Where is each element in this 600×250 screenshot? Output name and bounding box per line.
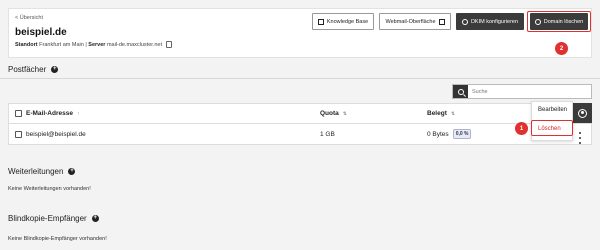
add-bcc-icon[interactable]: + — [91, 215, 99, 222]
weiterleitungen-heading: Weiterleitungen + — [8, 167, 76, 176]
quota-column-header[interactable]: Quota ⇅ — [320, 104, 347, 123]
knowledge-base-label: Knowledge Base — [326, 18, 369, 25]
quota-value: 1 GB — [320, 130, 335, 138]
blindkopie-heading: Blindkopie-Empfänger + — [8, 214, 99, 223]
weiterleitungen-empty-text: Keine Weiterleitungen vorhanden! — [8, 186, 91, 192]
standort-value: Frankfurt am Main — [39, 41, 84, 48]
external-link-icon — [317, 18, 324, 25]
dkim-label: DKIM konfigurieren — [470, 18, 519, 25]
email-column-label: E-Mail-Adresse — [26, 110, 73, 117]
search-icon — [457, 88, 464, 95]
step-1-badge: 1 — [515, 122, 528, 135]
webmail-label: Webmail-Oberfläche — [385, 18, 436, 25]
back-to-overview-link[interactable]: < Übersicht — [15, 15, 43, 21]
add-forwarding-icon[interactable]: + — [68, 168, 76, 175]
domain-title: beispiel.de — [15, 27, 67, 38]
domain-meta: Standort Frankfurt am Main | Server mail… — [15, 41, 172, 48]
used-column-label: Belegt — [427, 110, 447, 117]
knowledge-base-button[interactable]: Knowledge Base — [312, 13, 374, 30]
postfaecher-title: Postfächer — [8, 65, 47, 74]
server-value: mail-de.maxcluster.net — [106, 41, 162, 48]
used-column-header[interactable]: Belegt ⇅ — [427, 104, 455, 123]
copy-icon[interactable] — [165, 41, 172, 48]
email-cell: beispiel@beispiel.de — [15, 124, 86, 144]
search-input[interactable] — [468, 85, 591, 98]
sort-icon: ⇅ — [342, 110, 347, 117]
usage-badge: 0,0 % — [452, 129, 472, 139]
webmail-button[interactable]: Webmail-Oberfläche — [379, 13, 451, 30]
menu-item-edit[interactable]: Bearbeiten — [532, 107, 572, 113]
weiterleitungen-title: Weiterleitungen — [8, 167, 64, 176]
add-mailbox-icon[interactable]: + — [51, 66, 59, 73]
postfaecher-heading: Postfächer + — [8, 65, 59, 74]
mailbox-search — [452, 84, 592, 99]
table-header: E-Mail-Adresse ↑ Quota ⇅ Belegt ⇅ — [9, 104, 591, 124]
column-settings-button[interactable] — [573, 103, 592, 123]
select-all-checkbox[interactable] — [15, 110, 22, 117]
sort-icon: ⇅ — [450, 110, 456, 117]
gear-icon — [578, 108, 587, 118]
email-column-header[interactable]: E-Mail-Adresse ↑ — [15, 104, 79, 123]
used-cell: 0 Bytes 0,0 % — [427, 124, 472, 144]
server-label: Server — [88, 41, 106, 48]
section-divider — [0, 78, 600, 79]
dkim-configure-button[interactable]: DKIM konfigurieren — [456, 13, 524, 30]
step-2-badge: 2 — [555, 42, 568, 55]
email-value: beispiel@beispiel.de — [26, 130, 86, 138]
meta-separator: | — [85, 41, 87, 48]
blindkopie-empty-text: Keine Blindkopie-Empfänger vorhanden! — [8, 236, 107, 242]
mailbox-table: E-Mail-Adresse ↑ Quota ⇅ Belegt ⇅ beispi… — [8, 103, 592, 145]
standort-label: Standort — [15, 41, 38, 48]
quota-cell: 1 GB — [320, 124, 335, 144]
shield-check-icon — [461, 18, 468, 25]
external-link-icon — [438, 18, 445, 25]
row-checkbox[interactable] — [15, 130, 22, 138]
search-button[interactable] — [453, 85, 468, 98]
kebab-menu-icon[interactable] — [578, 132, 582, 144]
delete-domain-highlight — [527, 11, 591, 32]
delete-menu-highlight — [531, 120, 573, 136]
used-value: 0 Bytes — [427, 130, 449, 138]
quota-column-label: Quota — [320, 110, 339, 117]
blindkopie-title: Blindkopie-Empfänger — [8, 214, 87, 223]
table-row: beispiel@beispiel.de 1 GB 0 Bytes 0,0 % — [9, 124, 591, 144]
sort-icon: ↑ — [76, 110, 80, 117]
